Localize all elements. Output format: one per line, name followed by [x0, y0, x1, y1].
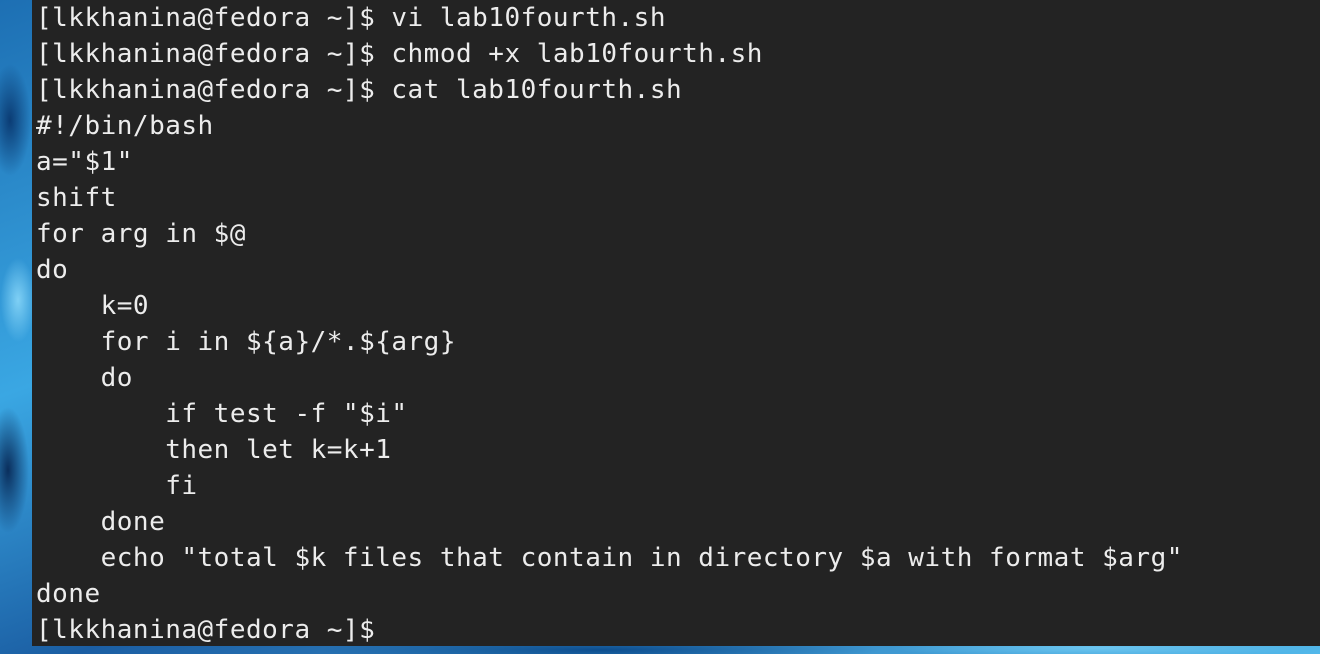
terminal-line: k=0 [36, 291, 150, 321]
terminal-line: [lkkhanina@fedora ~]$ cat lab10fourth.sh [36, 75, 683, 105]
terminal-line: #!/bin/bash [36, 111, 214, 141]
terminal-line: [lkkhanina@fedora ~]$ chmod +x lab10four… [36, 39, 763, 69]
terminal-line: a="$1" [36, 147, 133, 177]
terminal-line: for i in ${a}/*.${arg} [36, 327, 456, 357]
terminal-window[interactable]: [lkkhanina@fedora ~]$ vi lab10fourth.sh … [32, 0, 1320, 646]
terminal-line: shift [36, 183, 117, 213]
terminal-line: do [36, 363, 133, 393]
terminal-line: [lkkhanina@fedora ~]$ vi lab10fourth.sh [36, 3, 666, 33]
terminal-cursor [391, 617, 405, 645]
terminal-prompt-line[interactable]: [lkkhanina@fedora ~]$ [36, 612, 1320, 648]
terminal-line: echo "total $k files that contain in dir… [36, 543, 1183, 573]
terminal-line: for arg in $@ [36, 219, 246, 249]
terminal-line: do [36, 255, 69, 285]
terminal-line: fi [36, 471, 198, 501]
terminal-prompt: [lkkhanina@fedora ~]$ [36, 615, 392, 645]
terminal-line: done [36, 579, 101, 609]
terminal-line: if test -f "$i" [36, 399, 408, 429]
terminal-line: then let k=k+1 [36, 435, 392, 465]
terminal-line: done [36, 507, 166, 537]
